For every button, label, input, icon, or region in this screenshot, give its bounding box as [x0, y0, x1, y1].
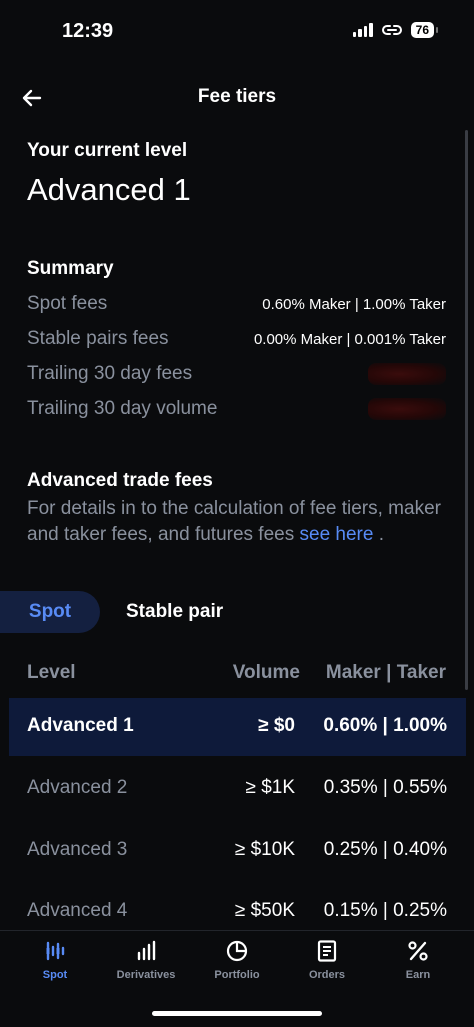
- description-suffix: .: [373, 524, 385, 545]
- tab-spot[interactable]: Spot: [0, 591, 100, 633]
- signal-icon: [352, 23, 373, 37]
- scrollbar[interactable]: [465, 130, 468, 690]
- page-title: Fee tiers: [197, 86, 277, 107]
- summary-row-stable: Stable pairs fees 0.00% Maker | 0.001% T…: [27, 326, 446, 352]
- status-icons: 76: [352, 22, 439, 38]
- advanced-fees-title: Advanced trade fees: [27, 470, 213, 491]
- current-level-value: Advanced 1: [27, 172, 191, 207]
- nav-orders[interactable]: Orders: [282, 939, 372, 981]
- table-row: Advanced 3 ≥ $10K 0.25% | 0.40%: [9, 822, 466, 880]
- column-header-volume: Volume: [232, 662, 300, 683]
- battery-icon: 76: [410, 22, 439, 38]
- status-time: 12:39: [62, 20, 114, 42]
- summary-value: 0.60% Maker | 1.00% Taker: [262, 295, 446, 313]
- nav-earn[interactable]: Earn: [373, 939, 463, 981]
- row-level: Advanced 4: [27, 900, 128, 921]
- row-volume: ≥ $1K: [245, 777, 295, 798]
- column-header-fees: Maker | Taker: [325, 662, 446, 683]
- advanced-fees-description: For details in to the calculation of fee…: [27, 496, 447, 548]
- row-level: Advanced 2: [27, 777, 128, 798]
- summary-row-trailing-volume: Trailing 30 day volume: [27, 396, 446, 422]
- summary-row-spot: Spot fees 0.60% Maker | 1.00% Taker: [27, 291, 446, 317]
- row-volume: ≥ $10K: [234, 839, 295, 860]
- nav-spot[interactable]: Spot: [10, 939, 100, 981]
- see-here-link[interactable]: see here: [300, 524, 374, 545]
- spot-icon: [46, 941, 65, 961]
- bar-chart-icon: [137, 940, 156, 961]
- row-fees: 0.35% | 0.55%: [323, 777, 447, 798]
- nav-derivatives[interactable]: Derivatives: [101, 939, 191, 981]
- table-row: Advanced 2 ≥ $1K 0.35% | 0.55%: [9, 760, 466, 818]
- redacted-value: [368, 363, 446, 385]
- document-icon: [317, 940, 337, 962]
- row-volume: ≥ $0: [258, 715, 295, 736]
- nav-label: Orders: [308, 969, 346, 981]
- current-level-label: Your current level: [27, 140, 188, 161]
- redacted-value: [368, 398, 446, 420]
- summary-label: Trailing 30 day fees: [27, 363, 193, 384]
- tab-stable-pair[interactable]: Stable pair: [126, 601, 223, 623]
- column-header-level: Level: [27, 662, 76, 683]
- nav-portfolio[interactable]: Portfolio: [192, 939, 282, 981]
- nav-label: Earn: [405, 969, 431, 981]
- summary-row-trailing-fees: Trailing 30 day fees: [27, 361, 446, 387]
- summary-label: Stable pairs fees: [27, 328, 169, 349]
- row-level: Advanced 1: [27, 715, 134, 736]
- row-fees: 0.15% | 0.25%: [323, 900, 447, 921]
- nav-label: Spot: [42, 969, 68, 981]
- row-fees: 0.60% | 1.00%: [323, 715, 447, 736]
- pie-chart-icon: [226, 940, 248, 962]
- summary-label: Trailing 30 day volume: [27, 398, 218, 419]
- link-icon: [381, 25, 402, 35]
- nav-label: Portfolio: [214, 969, 260, 981]
- nav-header: Fee tiers: [0, 78, 474, 118]
- status-bar: 12:39 76: [0, 0, 474, 64]
- summary-label: Spot fees: [27, 293, 108, 314]
- home-indicator: [152, 1011, 322, 1016]
- table-row: Advanced 1 ≥ $0 0.60% | 1.00%: [9, 698, 466, 756]
- row-volume: ≥ $50K: [234, 900, 295, 921]
- summary-title: Summary: [27, 258, 114, 279]
- summary-value: 0.00% Maker | 0.001% Taker: [253, 330, 446, 348]
- row-level: Advanced 3: [27, 839, 128, 860]
- nav-label: Derivatives: [116, 969, 176, 981]
- percent-icon: [408, 941, 428, 961]
- row-fees: 0.25% | 0.40%: [323, 839, 447, 860]
